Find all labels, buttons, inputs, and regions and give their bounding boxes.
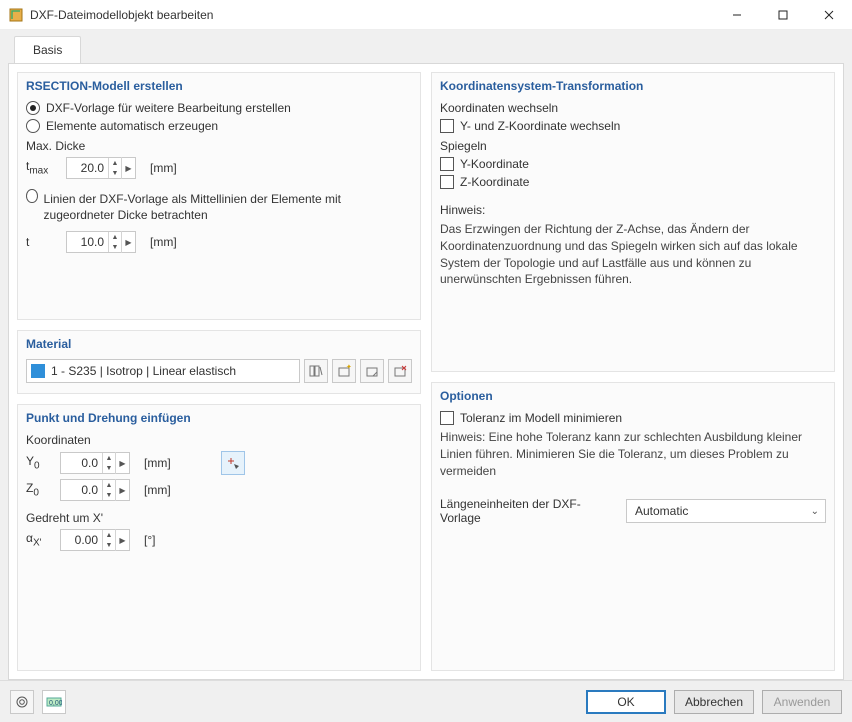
panel-material-title: Material [26,337,412,351]
panel-options: Optionen Toleranz im Modell minimieren H… [431,382,835,671]
down-icon[interactable]: ▼ [109,242,121,252]
chevron-down-icon: ⌄ [811,506,819,517]
checkbox-mirror-y-label: Y-Koordinate [460,157,529,171]
radio-auto-label: Elemente automatisch erzeugen [46,119,218,133]
z0-field[interactable]: 0.0 ▲▼ ▶ [60,479,130,501]
material-delete-button[interactable] [388,359,412,383]
y0-field[interactable]: 0.0 ▲▼ ▶ [60,452,130,474]
radio-centerlines[interactable] [26,189,38,203]
panel-insert-title: Punkt und Drehung einfügen [26,411,412,425]
panel-insert: Punkt und Drehung einfügen Koordinaten Y… [17,404,421,671]
swap-heading: Koordinaten wechseln [440,101,826,115]
checkbox-mirror-z-label: Z-Koordinate [460,175,529,189]
ax-value: 0.00 [61,533,102,547]
t-label: t [26,235,56,249]
tab-basis[interactable]: Basis [14,36,81,63]
panel-coord-trans: Koordinatensystem-Transformation Koordin… [431,72,835,372]
maximize-button[interactable] [760,0,806,30]
material-library-button[interactable] [304,359,328,383]
radio-auto[interactable] [26,119,40,133]
y0-value: 0.0 [61,456,102,470]
tab-strip: Basis [8,36,844,63]
material-value: 1 - S235 | Isotrop | Linear elastisch [51,364,236,378]
dialog-footer: 0,00 OK Abbrechen Anwenden [0,680,852,722]
panel-options-title: Optionen [440,389,826,403]
units-button[interactable]: 0,00 [42,690,66,714]
panel-rsection-title: RSECTION-Modell erstellen [26,79,412,93]
tmax-pick-icon[interactable]: ▶ [121,157,135,179]
ax-field[interactable]: 0.00 ▲▼ ▶ [60,529,130,551]
material-new-button[interactable]: ✦ [332,359,356,383]
checkbox-swap-yz[interactable] [440,119,454,133]
app-icon [8,7,24,23]
rotation-label: Gedreht um X' [26,511,412,525]
tmax-value: 20.0 [67,161,108,175]
tmax-label: tmax [26,159,56,176]
hint-heading: Hinweis: [440,203,826,217]
minimize-button[interactable] [714,0,760,30]
up-icon[interactable]: ▲ [103,480,115,490]
z0-unit: [mm] [144,483,171,497]
checkbox-mirror-z[interactable] [440,175,454,189]
tmax-stepper[interactable]: ▲▼ [108,158,121,178]
checkbox-min-tolerance[interactable] [440,411,454,425]
max-thickness-label: Max. Dicke [26,139,412,153]
pick-icon[interactable]: ▶ [115,529,129,551]
tmax-field[interactable]: 20.0 ▲▼ ▶ [66,157,136,179]
help-button[interactable] [10,690,34,714]
down-icon[interactable]: ▼ [103,540,115,550]
panel-rsection: RSECTION-Modell erstellen DXF-Vorlage fü… [17,72,421,320]
radio-template-label: DXF-Vorlage für weitere Bearbeitung erst… [46,101,291,115]
panel-material: Material 1 - S235 | Isotrop | Linear ela… [17,330,421,394]
t-field[interactable]: 10.0 ▲▼ ▶ [66,231,136,253]
window-buttons [714,0,852,30]
svg-text:0,00: 0,00 [49,700,62,707]
apply-button[interactable]: Anwenden [762,690,842,714]
close-button[interactable] [806,0,852,30]
mirror-heading: Spiegeln [440,139,826,153]
t-pick-icon[interactable]: ▶ [121,231,135,253]
up-icon[interactable]: ▲ [109,158,121,168]
down-icon[interactable]: ▼ [109,168,121,178]
tmax-unit: [mm] [150,161,177,175]
ax-unit: [°] [144,533,155,547]
ax-label: αX' [26,531,50,548]
length-units-label: Längeneinheiten der DXF-Vorlage [440,497,612,525]
z0-value: 0.0 [61,483,102,497]
checkbox-min-tolerance-label: Toleranz im Modell minimieren [460,411,622,425]
coord-label: Koordinaten [26,433,412,447]
checkbox-swap-yz-label: Y- und Z-Koordinate wechseln [460,119,620,133]
t-stepper[interactable]: ▲▼ [108,232,121,252]
length-units-select[interactable]: Automatic ⌄ [626,499,826,523]
material-color-swatch [31,364,45,378]
y0-unit: [mm] [144,456,171,470]
material-select[interactable]: 1 - S235 | Isotrop | Linear elastisch [26,359,300,383]
pick-icon[interactable]: ▶ [115,452,129,474]
cancel-button[interactable]: Abbrechen [674,690,754,714]
tolerance-hint: Hinweis: Eine hohe Toleranz kann zur sch… [440,429,826,479]
length-units-value: Automatic [635,504,688,518]
up-icon[interactable]: ▲ [103,453,115,463]
checkbox-mirror-y[interactable] [440,157,454,171]
coord-pick-button[interactable] [221,451,245,475]
down-icon[interactable]: ▼ [103,463,115,473]
radio-centerlines-label: Linien der DXF-Vorlage als Mittellinien … [44,191,412,223]
up-icon[interactable]: ▲ [109,232,121,242]
material-edit-button[interactable] [360,359,384,383]
panel-coord-trans-title: Koordinatensystem-Transformation [440,79,826,93]
hint-text: Das Erzwingen der Richtung der Z-Achse, … [440,221,826,288]
up-icon[interactable]: ▲ [103,530,115,540]
window-title: DXF-Dateimodellobjekt bearbeiten [30,8,714,22]
ok-button[interactable]: OK [586,690,666,714]
t-value: 10.0 [67,235,108,249]
z0-label: Z0 [26,481,50,498]
radio-template[interactable] [26,101,40,115]
down-icon[interactable]: ▼ [103,490,115,500]
svg-text:✦: ✦ [346,364,351,371]
t-unit: [mm] [150,235,177,249]
y0-label: Y0 [26,454,50,471]
titlebar: DXF-Dateimodellobjekt bearbeiten [0,0,852,30]
pick-icon[interactable]: ▶ [115,479,129,501]
